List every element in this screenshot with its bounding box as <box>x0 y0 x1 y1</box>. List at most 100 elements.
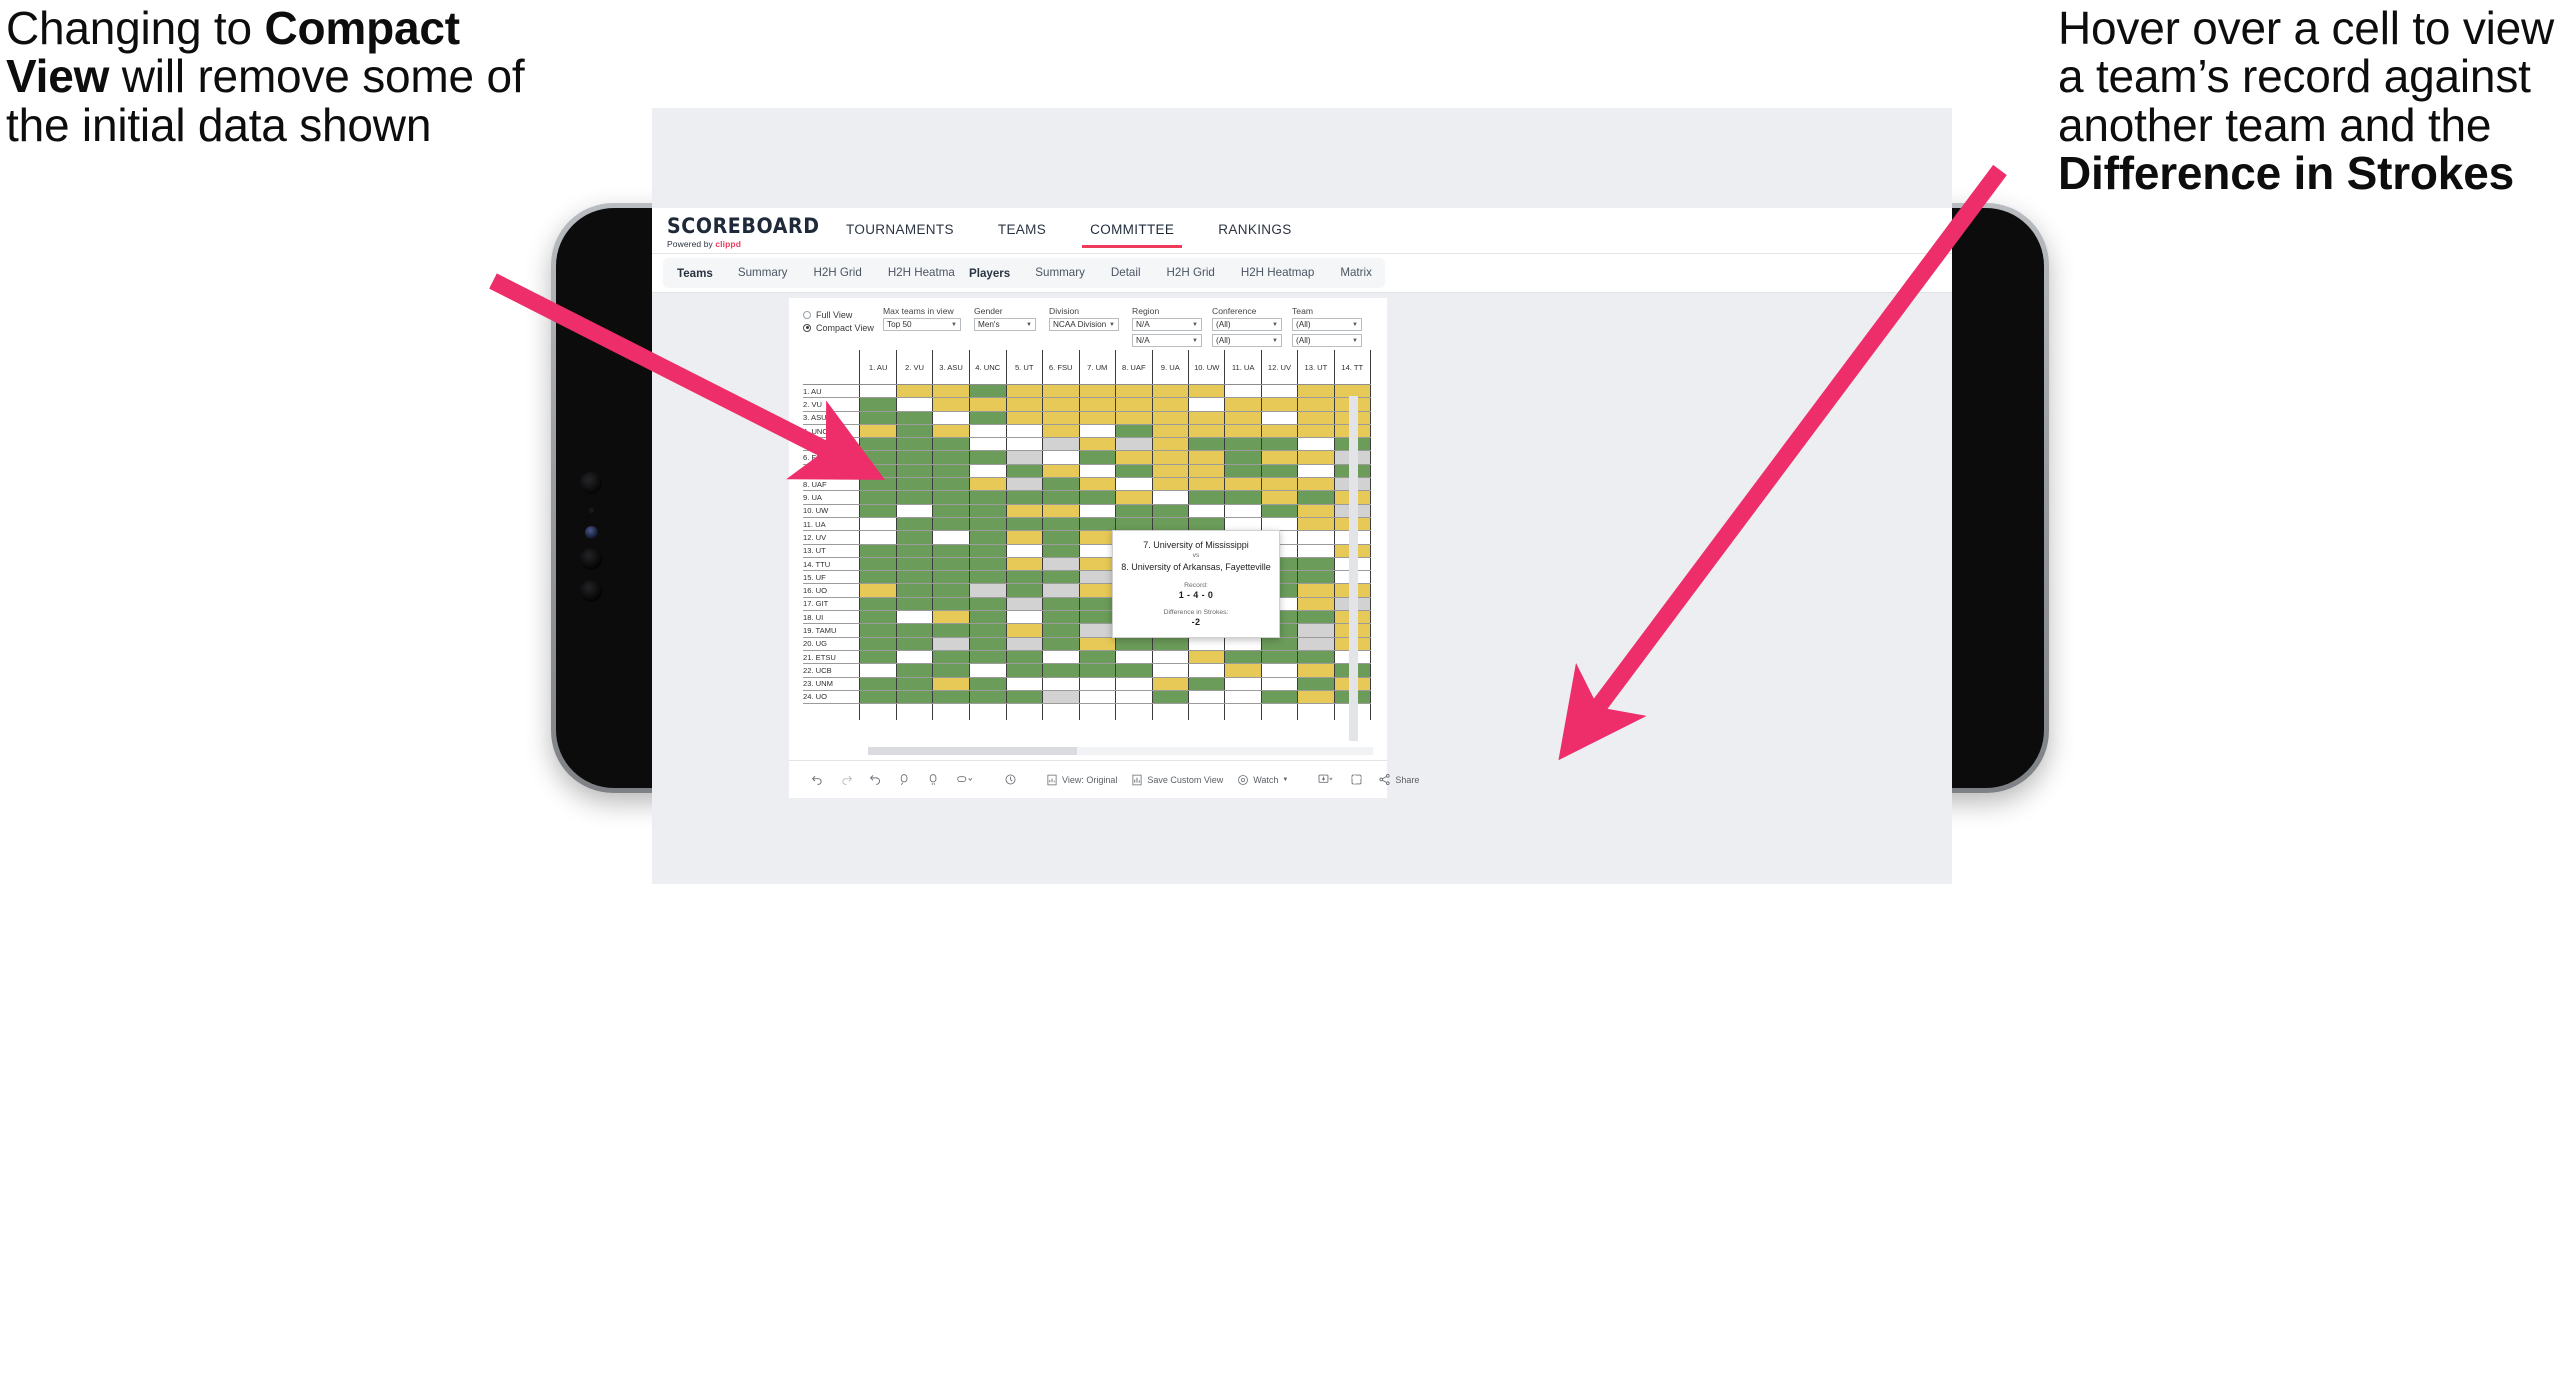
matrix-cell[interactable] <box>1115 397 1153 412</box>
filter-max-teams-select[interactable]: Top 50 ▼ <box>883 318 961 331</box>
matrix-container[interactable]: 1. AU 2. VU 3. ASU 4. UNC 5. UT 6. FSU 7. UM 8.… <box>803 350 1371 741</box>
matrix-cell[interactable] <box>969 544 1007 558</box>
matrix-row-header[interactable]: 8. UAF <box>803 477 861 492</box>
matrix-cell[interactable] <box>859 544 897 558</box>
matrix-cell[interactable] <box>932 464 970 479</box>
matrix-cell[interactable] <box>896 623 934 638</box>
matrix-cell[interactable] <box>1297 597 1335 612</box>
revert-button[interactable] <box>861 761 890 799</box>
matrix-cell[interactable] <box>1079 530 1116 545</box>
matrix-cell[interactable] <box>859 424 897 439</box>
matrix-cell[interactable] <box>1224 477 1262 492</box>
matrix-row-header[interactable]: 22. UCB <box>803 663 861 678</box>
matrix-cell[interactable] <box>1042 397 1080 412</box>
matrix-cell[interactable] <box>1006 650 1043 665</box>
matrix-cell[interactable] <box>1042 637 1080 651</box>
matrix-cell[interactable] <box>859 450 897 465</box>
matrix-cell[interactable] <box>1006 610 1043 625</box>
matrix-cell[interactable] <box>1297 663 1335 678</box>
tablet-button-one[interactable] <box>580 548 602 570</box>
matrix-cell[interactable] <box>1006 424 1043 439</box>
matrix-cell[interactable] <box>1042 650 1080 665</box>
matrix-cell[interactable] <box>1042 384 1080 399</box>
matrix-cell[interactable] <box>1042 530 1080 545</box>
refresh-button[interactable] <box>890 761 919 799</box>
matrix-row-header[interactable]: 2. VU <box>803 397 861 412</box>
matrix-cell[interactable] <box>859 650 897 665</box>
matrix-cell[interactable] <box>969 637 1007 651</box>
matrix-cell[interactable] <box>1152 464 1189 479</box>
matrix-cell[interactable] <box>1006 530 1043 545</box>
matrix-cell[interactable] <box>969 424 1007 439</box>
matrix-cell[interactable] <box>932 570 970 585</box>
matrix-column-header[interactable]: 4. UNC <box>969 350 1007 385</box>
matrix-cell[interactable] <box>1006 411 1043 425</box>
matrix-cell[interactable] <box>1224 450 1262 465</box>
matrix-cell[interactable] <box>969 570 1007 585</box>
share-button[interactable]: Share <box>1371 761 1426 799</box>
matrix-cell[interactable] <box>932 450 970 465</box>
matrix-cell[interactable] <box>1006 637 1043 651</box>
undo-button[interactable] <box>803 761 832 799</box>
matrix-row-header[interactable]: 19. TAMU <box>803 623 861 638</box>
matrix-row-header[interactable]: 20. UG <box>803 637 861 651</box>
matrix-cell[interactable] <box>1042 570 1080 585</box>
matrix-row-header[interactable]: 13. UT <box>803 544 861 558</box>
matrix-cell[interactable] <box>932 437 970 452</box>
watch-button[interactable]: Watch ▼ <box>1230 761 1295 799</box>
matrix-cell[interactable] <box>1188 437 1226 452</box>
matrix-cell[interactable] <box>1297 650 1335 665</box>
matrix-cell[interactable] <box>1224 490 1262 505</box>
matrix-cell[interactable] <box>1006 477 1043 492</box>
filter-region-select-2[interactable]: N/A ▼ <box>1132 334 1202 347</box>
matrix-cell[interactable] <box>896 557 934 572</box>
radio-compact-view[interactable]: Compact View <box>803 321 874 334</box>
matrix-column-header[interactable]: 9. UA <box>1152 350 1189 385</box>
matrix-cell[interactable] <box>1006 517 1043 532</box>
tab-players-h2h-grid[interactable]: H2H Grid <box>1154 258 1228 288</box>
matrix-cell[interactable] <box>1042 450 1080 465</box>
matrix-cell[interactable] <box>1006 583 1043 598</box>
matrix-cell[interactable] <box>1297 637 1335 651</box>
matrix-cell[interactable] <box>859 504 897 518</box>
matrix-cell[interactable] <box>1261 477 1299 492</box>
matrix-cell[interactable] <box>859 677 897 691</box>
matrix-cell[interactable] <box>969 411 1007 425</box>
matrix-cell[interactable] <box>1152 677 1189 691</box>
matrix-cell[interactable] <box>969 597 1007 612</box>
matrix-cell[interactable] <box>1079 650 1116 665</box>
matrix-cell[interactable] <box>1006 663 1043 678</box>
matrix-cell[interactable] <box>859 397 897 412</box>
matrix-cell[interactable] <box>932 544 970 558</box>
matrix-cell[interactable] <box>1079 557 1116 572</box>
horizontal-scrollbar-thumb[interactable] <box>868 747 1077 755</box>
matrix-cell[interactable] <box>1152 637 1189 651</box>
matrix-cell[interactable] <box>1188 504 1226 518</box>
matrix-cell[interactable] <box>1079 490 1116 505</box>
matrix-cell[interactable] <box>932 690 970 705</box>
matrix-cell[interactable] <box>1115 437 1153 452</box>
tab-players-matrix[interactable]: Matrix <box>1327 258 1385 288</box>
matrix-cell[interactable] <box>932 424 970 439</box>
matrix-cell[interactable] <box>1297 397 1335 412</box>
matrix-cell[interactable] <box>969 437 1007 452</box>
matrix-row-header[interactable]: 10. UW <box>803 504 861 518</box>
matrix-cell[interactable] <box>896 477 934 492</box>
matrix-cell[interactable] <box>1042 583 1080 598</box>
matrix-cell[interactable] <box>896 504 934 518</box>
matrix-row-header[interactable]: 9. UA <box>803 490 861 505</box>
matrix-cell[interactable] <box>1006 490 1043 505</box>
matrix-cell[interactable] <box>1188 397 1226 412</box>
matrix-cell[interactable] <box>859 557 897 572</box>
matrix-cell[interactable] <box>1224 437 1262 452</box>
matrix-cell[interactable] <box>1261 411 1299 425</box>
matrix-cell[interactable] <box>896 597 934 612</box>
matrix-cell[interactable] <box>1042 663 1080 678</box>
matrix-cell[interactable] <box>1261 490 1299 505</box>
matrix-cell[interactable] <box>1188 690 1226 705</box>
matrix-cell[interactable] <box>932 623 970 638</box>
matrix-cell[interactable] <box>1297 437 1335 452</box>
matrix-cell[interactable] <box>1042 424 1080 439</box>
matrix-cell[interactable] <box>1042 490 1080 505</box>
matrix-cell[interactable] <box>969 583 1007 598</box>
